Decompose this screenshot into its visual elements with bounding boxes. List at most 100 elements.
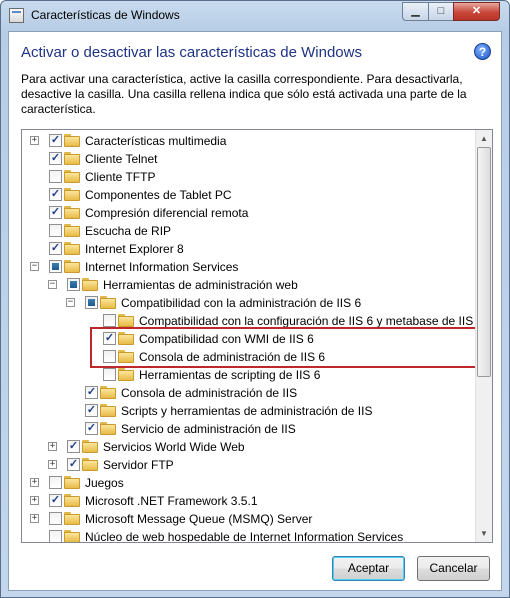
tree-item[interactable]: + Microsoft Message Queue (MSMQ) Server [22,510,474,528]
feature-checkbox[interactable] [85,296,98,309]
folder-icon [100,296,117,309]
tree-item[interactable]: Núcleo de web hospedable de Internet Inf… [22,528,474,542]
title-bar[interactable]: Características de Windows ▁ □ ✕ [1,1,509,31]
tree-item[interactable]: Herramientas de scripting de IIS 6 [22,366,474,384]
folder-icon [64,152,81,165]
window-app-icon [9,8,24,23]
folder-icon [64,512,81,525]
tree-item-label: Servidor FTP [103,458,174,472]
folder-icon [100,422,117,435]
collapse-icon[interactable]: − [30,262,39,271]
feature-checkbox[interactable] [103,368,116,381]
feature-checkbox[interactable]: ✓ [103,332,116,345]
tree-item[interactable]: Compatibilidad con la configuración de I… [22,312,474,330]
feature-checkbox[interactable] [49,476,62,489]
tree-item[interactable]: + ✓ Microsoft .NET Framework 3.5.1 [22,492,474,510]
tree-item-label: Compresión diferencial remota [85,206,249,220]
folder-icon [100,404,117,417]
tree-item[interactable]: Consola de administración de IIS 6 [22,348,474,366]
tree-item-label: Servicios World Wide Web [103,440,245,454]
page-title: Activar o desactivar las características… [21,44,362,61]
feature-checkbox[interactable] [49,260,62,273]
help-icon[interactable]: ? [474,43,491,60]
feature-checkbox[interactable]: ✓ [85,422,98,435]
scroll-thumb[interactable] [477,147,491,377]
feature-checkbox[interactable]: ✓ [49,188,62,201]
tree-item-label: Internet Information Services [85,260,239,274]
tree-item-label: Cliente TFTP [85,170,156,184]
cancel-button[interactable]: Cancelar [417,556,490,581]
feature-checkbox[interactable]: ✓ [49,134,62,147]
maximize-button[interactable]: □ [428,2,454,21]
folder-icon [118,350,135,363]
tree-item-label: Cliente Telnet [85,152,158,166]
tree-item[interactable]: ✓ Compresión diferencial remota [22,204,474,222]
feature-checkbox[interactable] [49,512,62,525]
collapse-icon[interactable]: − [48,280,57,289]
folder-icon [64,260,81,273]
feature-checkbox[interactable] [103,314,116,327]
tree-item-label: Microsoft .NET Framework 3.5.1 [85,494,258,508]
folder-icon [64,476,81,489]
window-title: Características de Windows [31,8,180,22]
feature-checkbox[interactable] [103,350,116,363]
folder-icon [82,440,99,453]
tree-item-label: Scripts y herramientas de administración… [121,404,373,418]
expand-icon[interactable]: + [30,478,39,487]
tree-item[interactable]: ✓ Scripts y herramientas de administració… [22,402,474,420]
tree-item[interactable]: ✓ Consola de administración de IIS [22,384,474,402]
tree-item[interactable]: ✓ Servicio de administración de IIS [22,420,474,438]
tree-item-label: Componentes de Tablet PC [85,188,232,202]
tree-item-label: Escucha de RIP [85,224,172,238]
expand-icon[interactable]: + [48,460,57,469]
accept-button[interactable]: Aceptar [332,556,405,581]
minimize-button[interactable]: ▁ [402,2,429,21]
tree-item[interactable]: − Internet Information Services [22,258,474,276]
folder-icon [118,368,135,381]
close-button[interactable]: ✕ [453,2,500,21]
feature-checkbox[interactable] [49,170,62,183]
tree-item-label: Compatibilidad con la configuración de I… [139,314,474,328]
vertical-scrollbar[interactable]: ▲ ▼ [475,130,492,542]
feature-checkbox[interactable]: ✓ [85,386,98,399]
expand-icon[interactable]: + [30,514,39,523]
feature-checkbox[interactable] [67,278,80,291]
tree-item-label: Compatibilidad con WMI de IIS 6 [139,332,314,346]
feature-checkbox[interactable]: ✓ [67,458,80,471]
tree-item[interactable]: − Compatibilidad con la administración de… [22,294,474,312]
features-dialog: Características de Windows ▁ □ ✕ Activar… [0,0,510,598]
tree-item-label: Servicio de administración de IIS [121,422,296,436]
feature-checkbox[interactable]: ✓ [49,152,62,165]
folder-icon [82,458,99,471]
tree-item[interactable]: ✓ Componentes de Tablet PC [22,186,474,204]
feature-checkbox[interactable]: ✓ [85,404,98,417]
expand-icon[interactable]: + [48,442,57,451]
tree-item[interactable]: + ✓ Servicios World Wide Web [22,438,474,456]
feature-checkbox[interactable]: ✓ [49,494,62,507]
expand-icon[interactable]: + [30,136,39,145]
feature-checkbox[interactable]: ✓ [67,440,80,453]
folder-icon [64,134,81,147]
feature-checkbox[interactable]: ✓ [49,242,62,255]
tree-item[interactable]: + ✓ Características multimedia [22,132,474,150]
feature-checkbox[interactable] [49,224,62,237]
tree-item[interactable]: + Juegos [22,474,474,492]
tree-item[interactable]: + ✓ Servidor FTP [22,456,474,474]
tree-item[interactable]: Cliente TFTP [22,168,474,186]
tree-item-label: Características multimedia [85,134,227,148]
tree-item[interactable]: − Herramientas de administración web [22,276,474,294]
scroll-up-button[interactable]: ▲ [476,130,492,147]
folder-icon [64,494,81,507]
collapse-icon[interactable]: − [66,298,75,307]
feature-checkbox[interactable] [49,530,62,542]
tree-item-label: Microsoft Message Queue (MSMQ) Server [85,512,313,526]
tree-item-label: Juegos [85,476,124,490]
scroll-down-button[interactable]: ▼ [476,525,492,542]
tree-item[interactable]: Escucha de RIP [22,222,474,240]
folder-icon [64,530,81,542]
tree-item[interactable]: ✓ Internet Explorer 8 [22,240,474,258]
tree-item[interactable]: ✓ Compatibilidad con WMI de IIS 6 [22,330,474,348]
expand-icon[interactable]: + [30,496,39,505]
feature-checkbox[interactable]: ✓ [49,206,62,219]
tree-item[interactable]: ✓ Cliente Telnet [22,150,474,168]
